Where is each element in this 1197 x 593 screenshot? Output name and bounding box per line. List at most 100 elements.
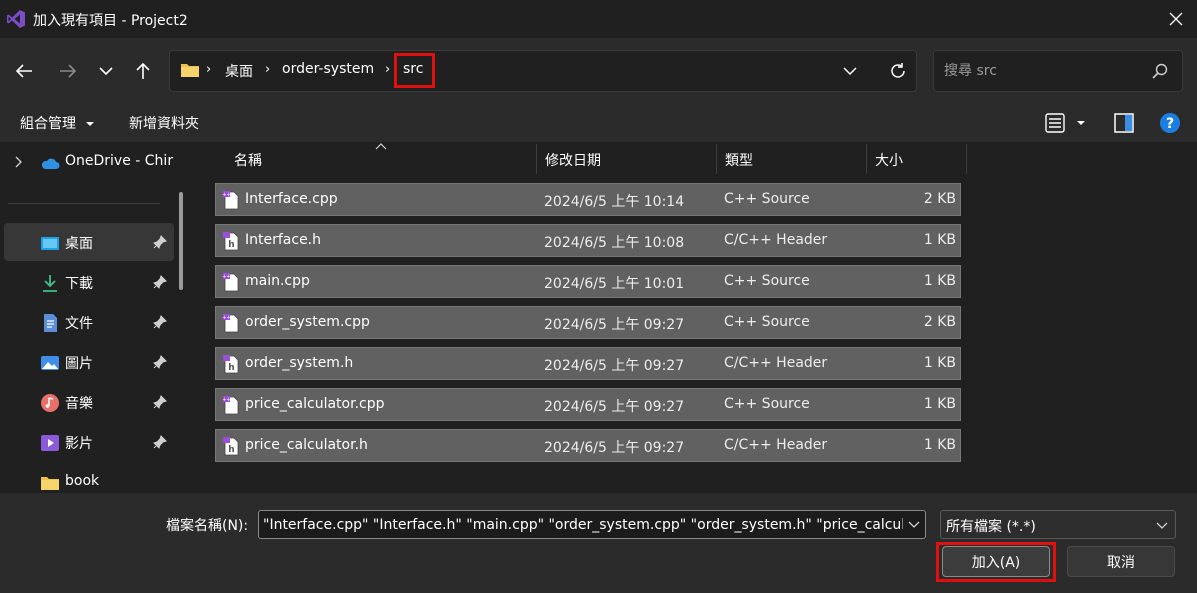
file-row[interactable]: h order_system.h 2024/6/5 上午 09:27 C/C++… [215, 347, 961, 380]
file-size: 1 KB [923, 437, 956, 453]
svg-text:h: h [228, 445, 234, 455]
pin-icon [153, 355, 167, 369]
file-date: 2024/6/5 上午 09:27 [544, 440, 685, 456]
column-header-size[interactable]: 大小 [875, 150, 903, 170]
add-button[interactable]: 加入(A) [942, 546, 1050, 577]
desktop-icon [41, 237, 59, 250]
document-icon [44, 314, 57, 332]
cpp-file-icon: ++ [222, 314, 239, 333]
search-input[interactable] [944, 61, 1144, 81]
sidebar-item-downloads[interactable]: 下載 [0, 263, 176, 301]
arrow-left-icon [15, 64, 32, 78]
column-divider[interactable] [536, 144, 537, 174]
videos-icon [41, 435, 59, 451]
sidebar-item-music[interactable]: 音樂 [0, 383, 176, 421]
sidebar-item-documents[interactable]: 文件 [0, 303, 176, 341]
file-type: C++ Source [724, 191, 810, 207]
sidebar-item-desktop[interactable]: 桌面 [4, 223, 174, 261]
breadcrumb-separator: › [206, 62, 212, 77]
pin-icon [153, 395, 167, 409]
file-type: C++ Source [724, 396, 810, 412]
column-header-date[interactable]: 修改日期 [545, 150, 601, 170]
caret-down-icon [86, 122, 95, 126]
music-icon [41, 394, 59, 412]
sidebar-scrollbar-thumb[interactable] [179, 192, 183, 290]
sort-ascending-icon [375, 143, 387, 150]
back-button[interactable] [8, 55, 40, 87]
chevron-down-icon [843, 67, 857, 76]
download-icon [43, 275, 57, 292]
refresh-icon [891, 63, 905, 78]
sidebar-item-label: book [65, 473, 100, 489]
file-row[interactable]: h Interface.h 2024/6/5 上午 10:08 C/C++ He… [215, 224, 961, 257]
pin-icon [153, 435, 167, 449]
file-name: main.cpp [245, 273, 310, 289]
sidebar-item-book[interactable]: book [0, 463, 176, 493]
header-file-icon: h [223, 232, 239, 251]
refresh-button[interactable] [884, 56, 912, 86]
window-title: 加入現有項目 - Project2 [33, 13, 188, 29]
svg-text:++: ++ [222, 315, 230, 321]
filename-input[interactable] [263, 515, 903, 535]
column-header-type[interactable]: 類型 [725, 150, 753, 170]
file-row[interactable]: ++ Interface.cpp 2024/6/5 上午 10:14 C++ S… [215, 183, 961, 216]
chevron-down-icon[interactable] [907, 517, 921, 531]
expand-chevron-icon [15, 156, 22, 168]
svg-text:++: ++ [222, 274, 230, 280]
chevron-down-icon [99, 67, 113, 76]
breadcrumb-desktop[interactable]: 桌面 [225, 61, 253, 81]
address-dropdown-button[interactable] [838, 58, 862, 84]
help-button[interactable]: ? [1159, 112, 1181, 134]
file-size: 2 KB [923, 191, 956, 207]
recent-locations-button[interactable] [90, 55, 122, 87]
breadcrumb-separator: › [385, 62, 391, 77]
file-row[interactable]: ++ price_calculator.cpp 2024/6/5 上午 09:2… [215, 388, 961, 421]
file-row[interactable]: ++ order_system.cpp 2024/6/5 上午 09:27 C+… [215, 306, 961, 339]
svg-text:h: h [228, 363, 234, 373]
file-name: order_system.cpp [245, 314, 370, 330]
view-options-button[interactable] [1044, 112, 1090, 134]
sidebar-item-label: 影片 [65, 436, 93, 452]
sidebar-item-onedrive[interactable]: OneDrive - Chir [0, 143, 176, 181]
preview-pane-icon [1114, 113, 1134, 133]
file-type-dropdown[interactable]: 所有檔案 (*.*) [940, 510, 1176, 539]
file-type: C/C++ Header [724, 355, 828, 371]
file-type: C/C++ Header [724, 437, 828, 453]
header-file-icon: h [223, 437, 239, 456]
sidebar-item-videos[interactable]: 影片 [0, 423, 176, 461]
file-date: 2024/6/5 上午 09:27 [544, 317, 685, 333]
organize-button[interactable]: 組合管理 [20, 113, 95, 133]
help-icon: ? [1160, 113, 1180, 133]
new-folder-button[interactable]: 新增資料夾 [129, 113, 199, 133]
file-type-value: 所有檔案 (*.*) [946, 519, 1036, 535]
cpp-file-icon: ++ [222, 396, 239, 415]
sidebar-item-label: OneDrive - Chir [65, 153, 174, 169]
column-divider[interactable] [866, 144, 867, 174]
column-header-name[interactable]: 名稱 [234, 150, 262, 170]
search-icon[interactable] [1151, 62, 1169, 80]
svg-text:h: h [228, 240, 234, 250]
filename-combobox[interactable] [258, 510, 926, 539]
file-size: 1 KB [923, 396, 956, 412]
sidebar-item-label: 文件 [65, 316, 93, 332]
sidebar-item-pictures[interactable]: 圖片 [0, 343, 176, 381]
preview-pane-button[interactable] [1113, 112, 1135, 134]
visual-studio-logo [6, 9, 26, 29]
breadcrumb-order-system[interactable]: order-system [282, 61, 374, 77]
close-button[interactable] [1160, 4, 1192, 34]
file-row[interactable]: ++ main.cpp 2024/6/5 上午 10:01 C++ Source… [215, 265, 961, 298]
forward-button[interactable] [52, 55, 84, 87]
column-divider[interactable] [716, 144, 717, 174]
file-date: 2024/6/5 上午 10:01 [544, 276, 685, 292]
folder-icon [41, 477, 59, 490]
up-button[interactable] [127, 55, 159, 87]
cancel-button[interactable]: 取消 [1067, 546, 1175, 577]
column-divider[interactable] [966, 144, 967, 174]
file-date: 2024/6/5 上午 09:27 [544, 358, 685, 374]
file-row[interactable]: h price_calculator.h 2024/6/5 上午 09:27 C… [215, 429, 961, 462]
file-type: C/C++ Header [724, 232, 828, 248]
breadcrumb-separator: › [265, 62, 271, 77]
svg-text:++: ++ [222, 397, 230, 403]
sidebar-divider [8, 203, 160, 204]
file-size: 1 KB [923, 232, 956, 248]
